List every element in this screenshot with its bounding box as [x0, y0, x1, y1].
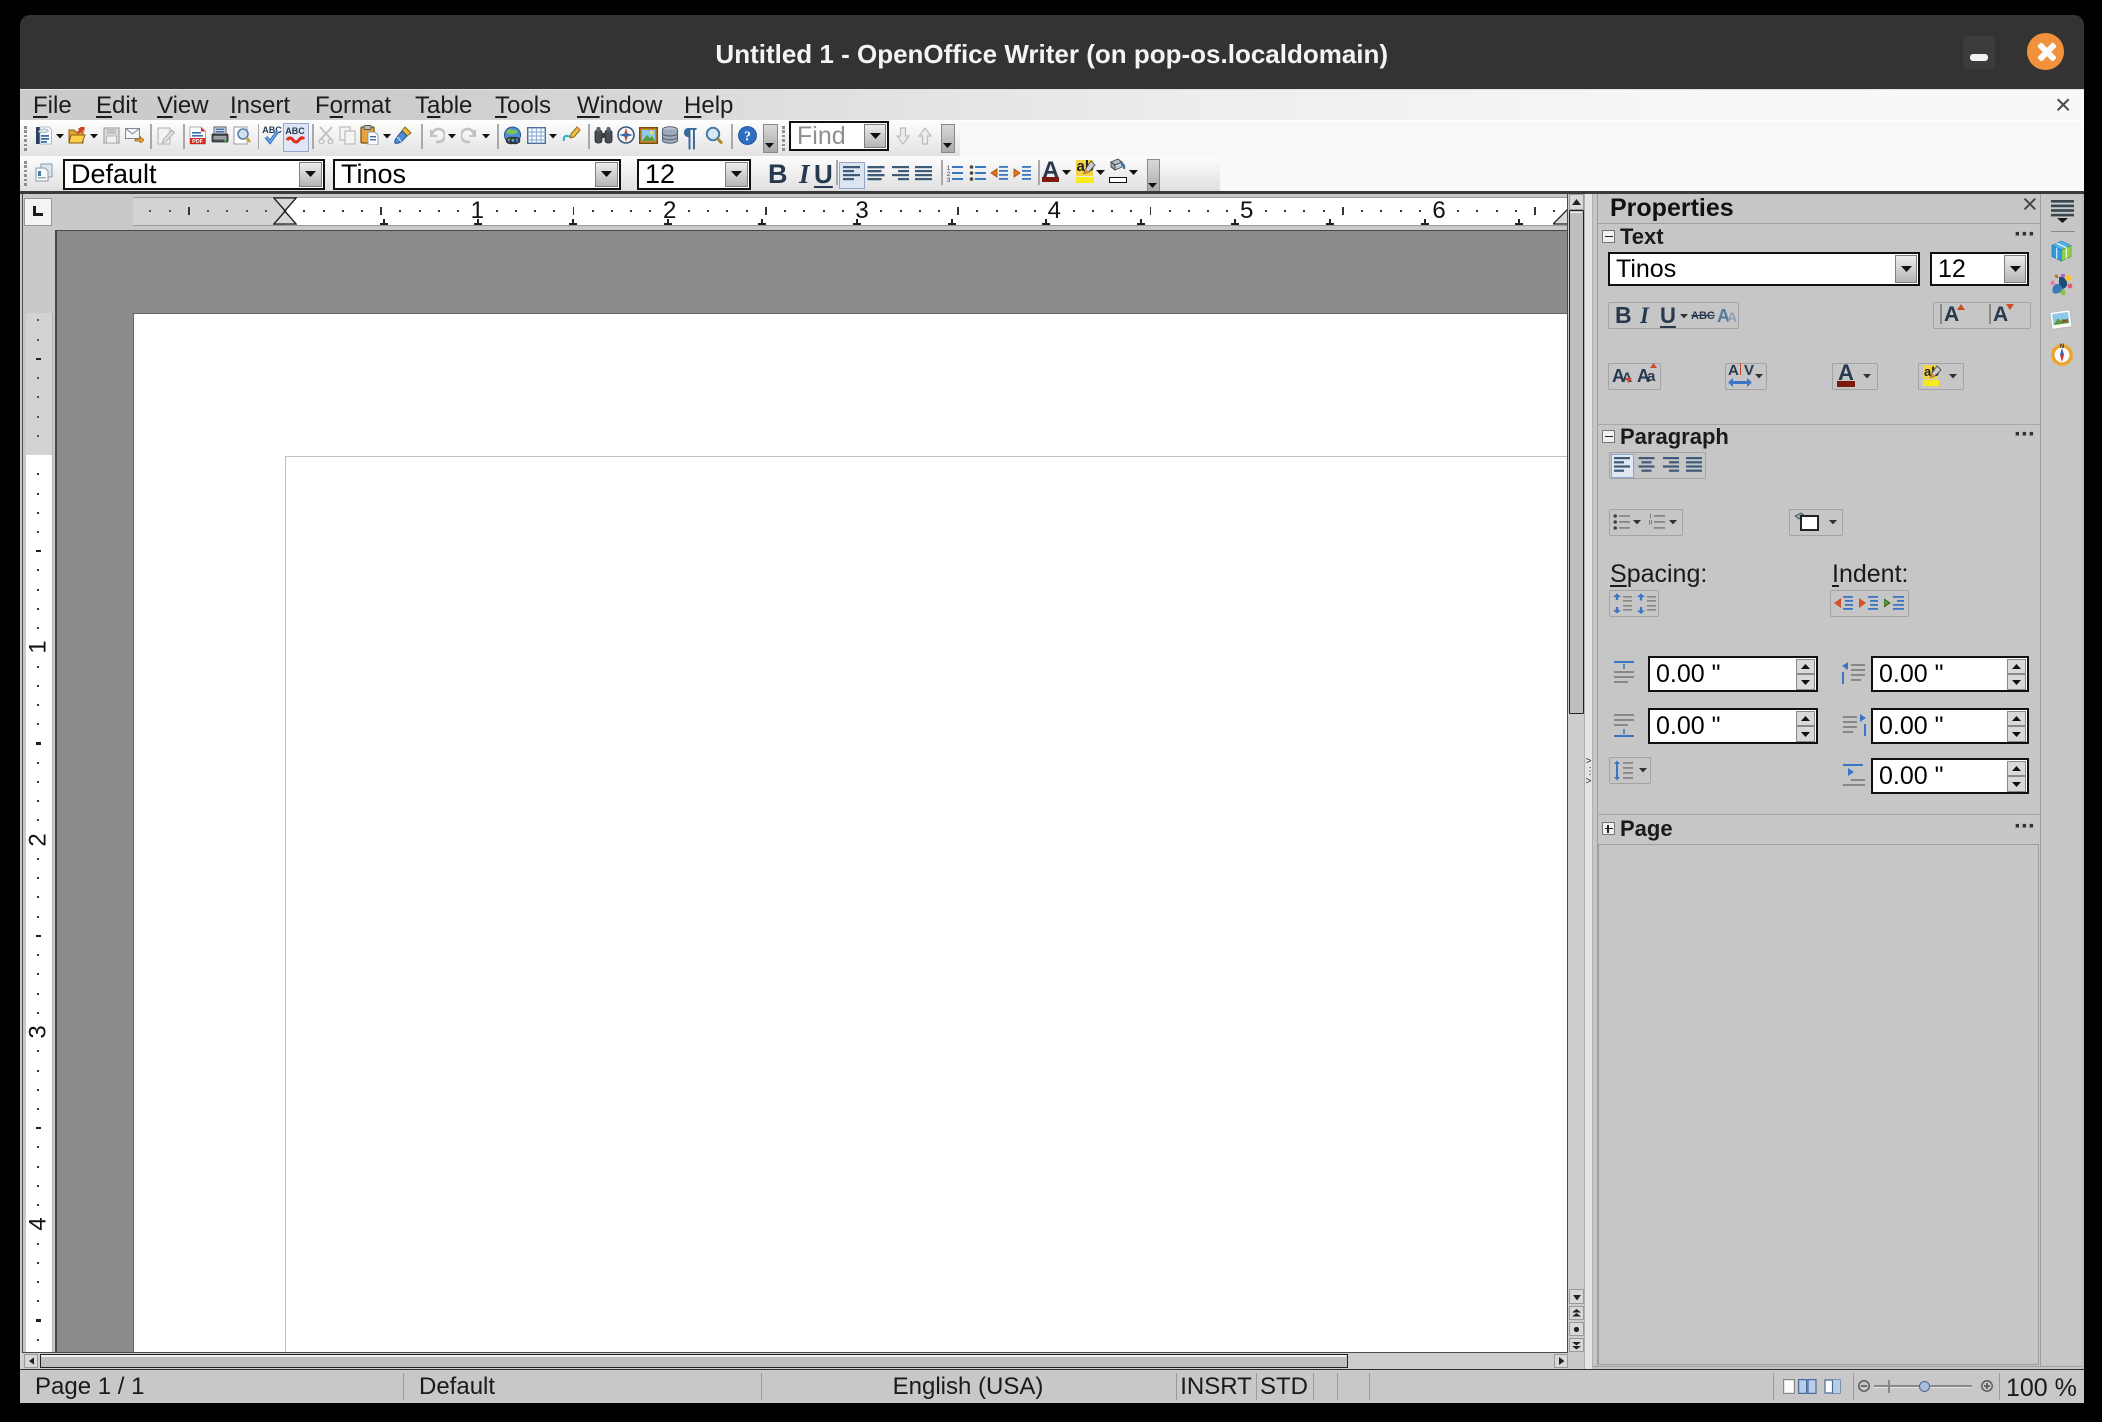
svg-text:N: N — [2060, 344, 2064, 350]
svg-text:?: ? — [744, 129, 751, 144]
svg-text:PDF: PDF — [192, 139, 203, 145]
svg-text:II: II — [1649, 521, 1653, 527]
svg-text:3: 3 — [947, 177, 951, 182]
svg-text:ABC: ABC — [262, 125, 282, 135]
svg-text:ABC: ABC — [285, 126, 305, 136]
